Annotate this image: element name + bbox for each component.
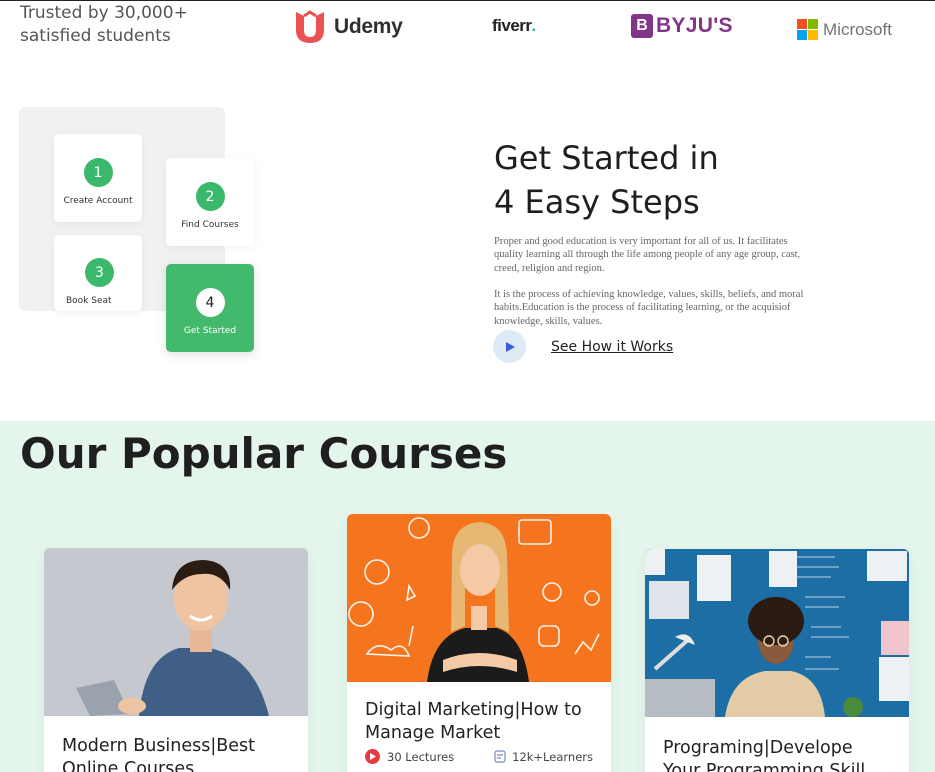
learners-count: 12k+Learners bbox=[512, 749, 593, 764]
step-label: Find Courses bbox=[181, 220, 239, 230]
woman-marketing-image bbox=[347, 514, 611, 682]
fiverr-logo-text: fiverr bbox=[492, 16, 532, 35]
microsoft-logo-text: Microsoft bbox=[823, 19, 892, 39]
course-thumbnail bbox=[44, 548, 308, 716]
course-meta: 30 Lectures 12k+Learners bbox=[347, 749, 611, 764]
udemy-logo: Udemy bbox=[292, 10, 403, 44]
learners-info: 12k+Learners bbox=[494, 750, 593, 764]
udemy-logo-icon bbox=[296, 10, 324, 43]
course-title: Modern Business|Best Online Courses bbox=[62, 736, 256, 772]
byjus-logo: B BYJU'S bbox=[631, 14, 733, 38]
popular-courses-heading: Our Popular Courses bbox=[20, 429, 508, 478]
microsoft-logo-icon bbox=[797, 19, 818, 40]
fiverr-logo: fiverr. bbox=[492, 16, 536, 36]
microsoft-logo: Microsoft bbox=[797, 19, 892, 40]
play-video-button[interactable] bbox=[493, 330, 526, 363]
step-find-courses[interactable]: 2 Find Courses bbox=[166, 158, 254, 246]
man-with-tablet-image bbox=[44, 548, 308, 716]
trusted-line-1: Trusted by 30,000+ bbox=[20, 3, 188, 23]
course-thumbnail bbox=[645, 549, 909, 717]
step-create-account[interactable]: 1 Create Account bbox=[54, 134, 142, 222]
byjus-logo-mark: B bbox=[631, 14, 653, 38]
heading-line-2: 4 Easy Steps bbox=[494, 183, 700, 221]
lectures-info: 30 Lectures bbox=[365, 749, 454, 764]
step-get-started[interactable]: 4 Get Started bbox=[166, 264, 254, 352]
fiverr-logo-dot: . bbox=[531, 16, 537, 35]
lectures-count: 30 Lectures bbox=[387, 749, 455, 764]
step-label: Create Account bbox=[63, 196, 133, 206]
heading-line-1: Get Started in bbox=[494, 139, 719, 177]
byjus-logo-text: BYJU'S bbox=[656, 14, 733, 37]
step-number: 2 bbox=[195, 182, 225, 211]
course-title: Programing|Develope Your Programming Ski… bbox=[663, 738, 866, 772]
course-card-programming[interactable]: Programing|Develope Your Programming Ski… bbox=[645, 549, 909, 772]
learners-icon bbox=[494, 750, 506, 763]
step-number: 3 bbox=[85, 258, 114, 287]
course-title: Digital Marketing|How to Manage Market bbox=[365, 700, 582, 743]
step-label: Book Seat bbox=[66, 296, 112, 306]
course-card-digital-marketing[interactable]: Digital Marketing|How to Manage Market 3… bbox=[347, 514, 611, 772]
woman-programming-image bbox=[645, 549, 909, 717]
lecture-play-icon bbox=[365, 749, 380, 764]
top-border bbox=[0, 0, 935, 1]
step-number: 1 bbox=[83, 158, 113, 187]
course-thumbnail bbox=[347, 514, 611, 682]
step-number: 4 bbox=[195, 288, 225, 317]
see-how-it-works-link[interactable]: See How it Works bbox=[551, 339, 673, 355]
course-card-business[interactable]: Modern Business|Best Online Courses bbox=[44, 548, 308, 772]
trusted-text: Trusted by 30,000+ satisfied students bbox=[20, 2, 260, 48]
step-label: Get Started bbox=[183, 326, 237, 336]
step-book-seat[interactable]: 3 Book Seat bbox=[54, 235, 142, 311]
udemy-logo-text: Udemy bbox=[334, 15, 403, 38]
get-started-heading: Get Started in 4 Easy Steps bbox=[494, 136, 824, 224]
get-started-paragraph-1: Proper and good education is very import… bbox=[494, 236, 801, 274]
play-icon bbox=[505, 341, 515, 352]
get-started-paragraph-2: It is the process of achieving knowledge… bbox=[494, 289, 804, 327]
trusted-line-2: satisfied students bbox=[20, 26, 171, 46]
